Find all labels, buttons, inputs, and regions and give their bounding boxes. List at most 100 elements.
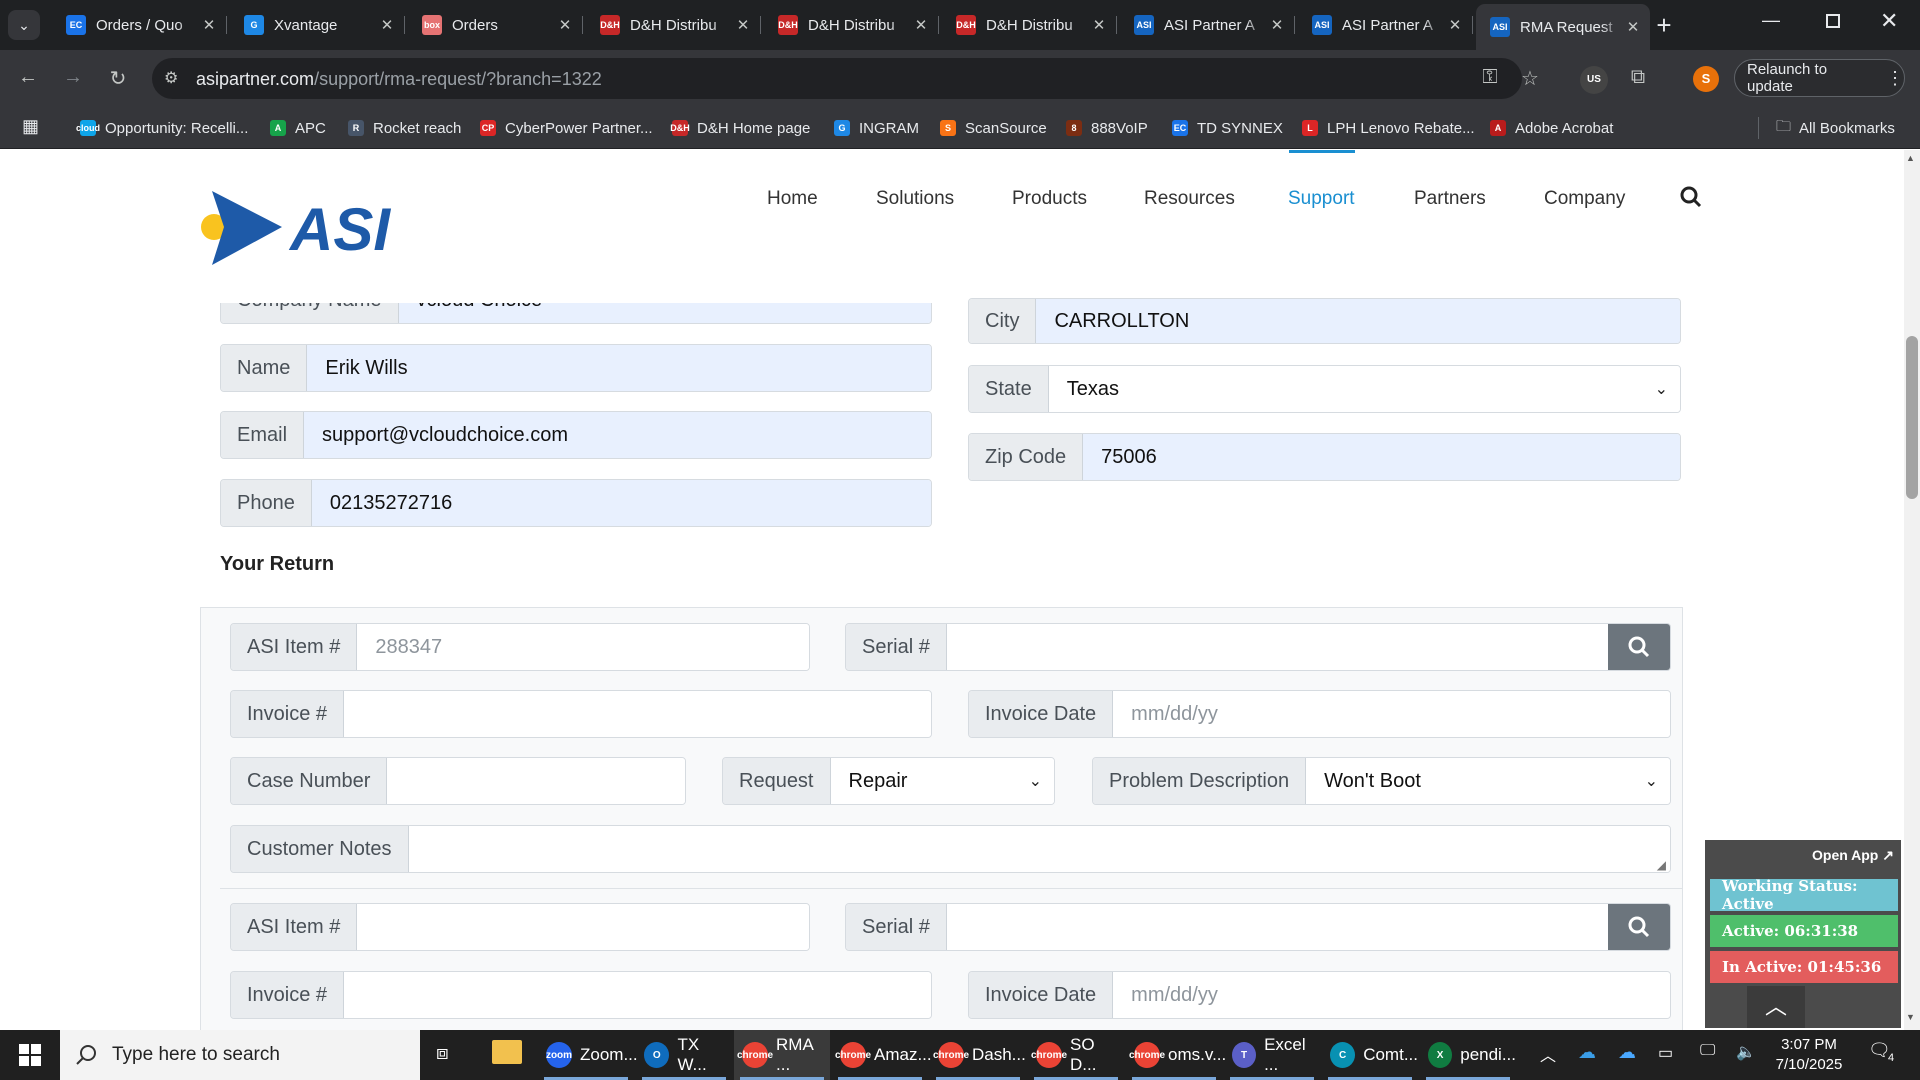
problem-description-select[interactable]: Problem Description Won't Boot ⌄: [1092, 757, 1671, 805]
invoice-date-field[interactable]: Invoice Date mm/dd/yy: [968, 690, 1671, 738]
browser-tab[interactable]: D&H D&H Distribu ✕: [764, 8, 939, 42]
bookmark-item[interactable]: 8 888VoIP: [1066, 115, 1148, 141]
file-explorer-icon[interactable]: [492, 1040, 522, 1064]
close-tab-icon[interactable]: ✕: [910, 16, 932, 34]
bookmark-item[interactable]: A Adobe Acrobat: [1490, 115, 1613, 141]
asi-item-field[interactable]: ASI Item # 288347: [230, 623, 810, 671]
bookmark-item[interactable]: G INGRAM: [834, 115, 919, 141]
password-key-icon[interactable]: ⚿: [1476, 66, 1504, 89]
bookmark-item[interactable]: L LPH Lenovo Rebate...: [1302, 115, 1475, 141]
asi-item-field-2[interactable]: ASI Item #: [230, 903, 810, 951]
close-tab-icon[interactable]: ✕: [376, 16, 398, 34]
site-search-icon[interactable]: [1680, 186, 1702, 211]
taskbar-search-box[interactable]: Type here to search: [60, 1030, 420, 1080]
tab-search-button[interactable]: ⌄: [8, 10, 40, 40]
volume-icon[interactable]: 🔈: [1736, 1042, 1756, 1062]
taskbar-app-button[interactable]: C Comt...: [1322, 1030, 1418, 1080]
close-tab-icon[interactable]: ✕: [554, 16, 576, 34]
browser-tab[interactable]: EC Orders / Quo ✕: [52, 8, 227, 42]
case-number-field[interactable]: Case Number: [230, 757, 686, 805]
state-select[interactable]: State Texas ⌄: [968, 365, 1681, 413]
browser-tab[interactable]: ASI RMA Request ✕: [1476, 4, 1650, 50]
browser-tab[interactable]: D&H D&H Distribu ✕: [942, 8, 1117, 42]
page-scrollbar[interactable]: [1904, 150, 1920, 1030]
invoice-date-field-2[interactable]: Invoice Date mm/dd/yy: [968, 971, 1671, 1019]
apps-grid-icon[interactable]: ▦: [22, 116, 39, 137]
scroll-up-arrow[interactable]: ▲: [1906, 153, 1915, 163]
back-button[interactable]: ←: [14, 66, 42, 89]
browser-tab[interactable]: G Xvantage ✕: [230, 8, 405, 42]
extension-us-icon[interactable]: US: [1580, 66, 1608, 94]
name-field[interactable]: Name Erik Wills: [220, 344, 932, 392]
close-tab-icon[interactable]: ✕: [1266, 16, 1288, 34]
serial-search-button-2[interactable]: [1608, 904, 1670, 950]
bookmark-item[interactable]: A APC: [270, 115, 326, 141]
browser-tab[interactable]: D&H D&H Distribu ✕: [586, 8, 761, 42]
taskbar-app-button[interactable]: zoom Zoom...: [538, 1030, 638, 1080]
notification-center-button[interactable]: 🗨 4: [1868, 1040, 1900, 1070]
close-tab-icon[interactable]: ✕: [1088, 16, 1110, 34]
nav-company[interactable]: Company: [1544, 188, 1625, 210]
nav-support[interactable]: Support: [1288, 188, 1355, 210]
taskbar-app-button[interactable]: chrome Amaz...: [832, 1030, 932, 1080]
nav-home[interactable]: Home: [767, 188, 818, 210]
bookmark-item[interactable]: EC TD SYNNEX: [1172, 115, 1283, 141]
system-clock[interactable]: 3:07 PM 7/10/2025: [1762, 1035, 1856, 1075]
taskbar-app-button[interactable]: chrome Dash...: [930, 1030, 1026, 1080]
url-text[interactable]: asipartner.com/support/rma-request/?bran…: [196, 69, 602, 90]
network-icon[interactable]: 🖵: [1700, 1042, 1715, 1060]
forward-button[interactable]: →: [59, 66, 87, 89]
customer-notes-field[interactable]: Customer Notes ◢: [230, 825, 1671, 873]
taskbar-app-button[interactable]: T Excel ...: [1224, 1030, 1320, 1080]
restore-button[interactable]: [1826, 14, 1840, 28]
close-tab-icon[interactable]: ✕: [1444, 16, 1466, 34]
scroll-down-arrow[interactable]: ▼: [1906, 1012, 1915, 1022]
bookmark-item[interactable]: cloud Opportunity: Recelli...: [76, 115, 248, 141]
bookmark-item[interactable]: R Rocket reach: [348, 115, 461, 141]
city-field[interactable]: City CARROLLTON: [968, 298, 1681, 344]
nav-resources[interactable]: Resources: [1144, 188, 1235, 210]
close-tab-icon[interactable]: ✕: [198, 16, 220, 34]
extensions-puzzle-icon[interactable]: ⧉: [1624, 66, 1652, 89]
reload-button[interactable]: ↻: [104, 66, 132, 91]
serial-field-2[interactable]: Serial #: [845, 903, 1671, 951]
close-tab-icon[interactable]: ✕: [732, 16, 754, 34]
nav-products[interactable]: Products: [1012, 188, 1087, 210]
resize-handle-icon[interactable]: ◢: [1657, 858, 1666, 872]
task-view-icon[interactable]: ⧈: [436, 1042, 449, 1065]
show-hidden-icons[interactable]: ︿: [1540, 1042, 1556, 1066]
phone-field[interactable]: Phone 02135272716: [220, 479, 932, 527]
taskbar-app-button[interactable]: chrome oms.v...: [1126, 1030, 1226, 1080]
bookmark-item[interactable]: S ScanSource: [940, 115, 1047, 141]
new-tab-button[interactable]: +: [1650, 10, 1678, 41]
windows-start-button[interactable]: [0, 1030, 60, 1080]
invoice-number-field-2[interactable]: Invoice #: [230, 971, 932, 1019]
browser-tab[interactable]: box Orders ✕: [408, 8, 583, 42]
email-field[interactable]: Email support@vcloudchoice.com: [220, 411, 932, 459]
minimize-button[interactable]: —: [1762, 10, 1780, 31]
serial-search-button[interactable]: [1608, 624, 1670, 670]
nav-solutions[interactable]: Solutions: [876, 188, 954, 210]
bookmark-star-icon[interactable]: ☆: [1516, 66, 1544, 91]
open-app-link[interactable]: Open App ↗: [1812, 847, 1894, 864]
all-bookmarks-button[interactable]: 🗀 All Bookmarks: [1776, 115, 1895, 141]
close-window-button[interactable]: ✕: [1880, 8, 1898, 34]
nav-partners[interactable]: Partners: [1414, 188, 1486, 210]
asi-logo[interactable]: ASI: [200, 188, 440, 268]
taskbar-app-button[interactable]: Xpendi...: [1420, 1030, 1516, 1080]
bookmark-item[interactable]: D&H D&H Home page: [670, 115, 810, 141]
request-select[interactable]: Request Repair ⌄: [722, 757, 1055, 805]
relaunch-update-button[interactable]: Relaunch to update ⋮: [1734, 59, 1905, 97]
taskbar-app-button[interactable]: chrome RMA ...: [734, 1030, 830, 1080]
taskbar-app-button[interactable]: chrome SO D...: [1028, 1030, 1124, 1080]
zip-code-field[interactable]: Zip Code 75006: [968, 433, 1681, 481]
scroll-to-top-button[interactable]: ︿: [1747, 986, 1805, 1028]
onedrive-icon[interactable]: ☁: [1578, 1042, 1596, 1063]
profile-avatar[interactable]: S: [1693, 66, 1719, 92]
site-info-icon[interactable]: ⚙: [164, 68, 178, 88]
close-tab-icon[interactable]: ✕: [1622, 18, 1644, 36]
invoice-number-field[interactable]: Invoice #: [230, 690, 932, 738]
battery-icon[interactable]: ▭: [1658, 1043, 1673, 1063]
serial-field[interactable]: Serial #: [845, 623, 1671, 671]
browser-tab[interactable]: ASI ASI Partner A ✕: [1120, 8, 1295, 42]
